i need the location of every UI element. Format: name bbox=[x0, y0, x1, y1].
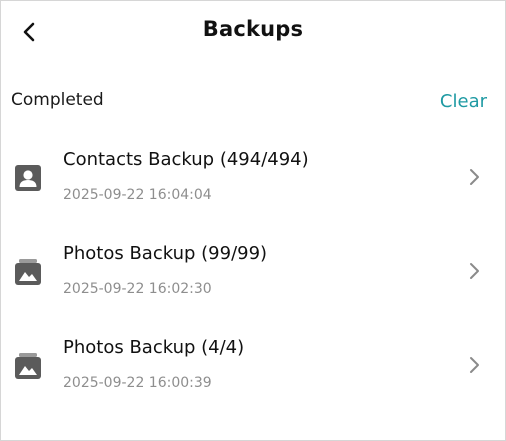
header: Backups bbox=[1, 1, 505, 63]
backup-item-photos-1[interactable]: Photos Backup (99/99) 2025-09-22 16:02:3… bbox=[1, 225, 505, 319]
chevron-right-icon bbox=[470, 169, 479, 185]
contact-card-icon bbox=[15, 165, 41, 191]
backup-item-contacts[interactable]: Contacts Backup (494/494) 2025-09-22 16:… bbox=[1, 131, 505, 225]
photo-album-icon bbox=[15, 353, 41, 379]
item-title: Photos Backup (4/4) bbox=[63, 337, 245, 358]
item-title: Contacts Backup (494/494) bbox=[63, 149, 309, 170]
chevron-right-icon bbox=[470, 263, 479, 279]
photo-album-icon bbox=[15, 259, 41, 285]
item-timestamp: 2025-09-22 16:00:39 bbox=[63, 375, 212, 391]
backups-screen: Backups Completed Clear Contacts Backup … bbox=[0, 0, 506, 441]
backup-item-photos-2[interactable]: Photos Backup (4/4) 2025-09-22 16:00:39 bbox=[1, 319, 505, 413]
section-label-completed: Completed bbox=[11, 90, 104, 110]
backup-list: Contacts Backup (494/494) 2025-09-22 16:… bbox=[1, 131, 505, 413]
item-title: Photos Backup (99/99) bbox=[63, 243, 268, 264]
clear-button[interactable]: Clear bbox=[440, 91, 487, 112]
page-title: Backups bbox=[202, 17, 304, 41]
item-timestamp: 2025-09-22 16:02:30 bbox=[63, 281, 212, 297]
item-timestamp: 2025-09-22 16:04:04 bbox=[63, 187, 212, 203]
chevron-right-icon bbox=[470, 357, 479, 373]
